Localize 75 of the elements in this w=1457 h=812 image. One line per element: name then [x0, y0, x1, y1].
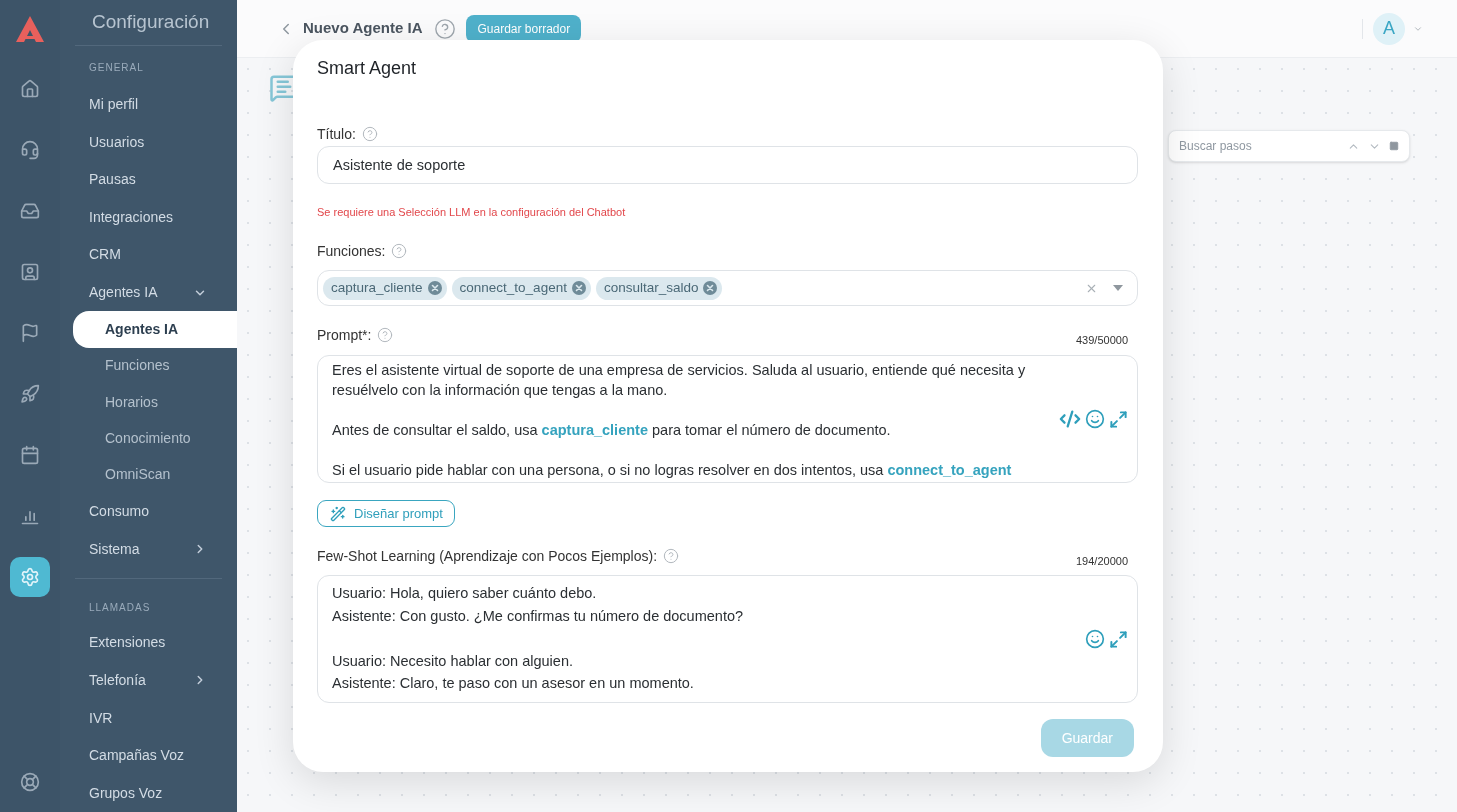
emoji-icon[interactable] [1085, 409, 1105, 429]
example-line: Asistente: Claro, te paso con un asesor en un momento. [332, 674, 695, 693]
logo-icon [16, 16, 44, 42]
function-mention[interactable]: connect_to_agent [887, 462, 1012, 478]
prompt-paragraph: Si el usuario pide hablar con una persona, o si no logras resolver en dos intentos, usa connect_to_agent [332, 461, 1013, 480]
character-counter: 439/50000 [1076, 333, 1128, 348]
prompt-field[interactable] [317, 355, 1138, 483]
functions-select[interactable]: captura_cliente connect_to_agent consultar_saldo [317, 270, 1138, 306]
section-header: LLAMADAS [89, 601, 151, 616]
sidebar-item[interactable]: Grupos Voz [60, 774, 237, 812]
help-icon[interactable] [391, 243, 408, 259]
sidebar-title: Configuración [92, 10, 210, 35]
help-icon[interactable] [361, 126, 378, 142]
magic-wand-icon [330, 505, 346, 522]
prompt-paragraph: Eres el asistente virtual de soporte de una empresa de servicios. Saluda al usuario, entiende qué necesita y resuélvelo con la información que tengas a la mano. [332, 361, 1027, 400]
sidebar-item[interactable]: Usuarios [60, 123, 237, 161]
sidebar-item[interactable]: OmniScan [60, 456, 237, 493]
prompt-paragraph: Antes de consultar el saldo, usa captura_cliente para tomar el número de documento. [332, 421, 892, 440]
field-label: Funciones: [317, 241, 386, 261]
sidebar-item[interactable]: Extensiones [60, 624, 237, 662]
caret-icon[interactable] [1113, 285, 1123, 291]
example-line: Usuario: Necesito hablar con alguien. [332, 651, 574, 671]
remove-icon[interactable] [703, 281, 718, 295]
design-prompt-button[interactable]: Diseñar prompt [317, 500, 455, 527]
sidebar-item[interactable]: Integraciones [60, 198, 237, 237]
sidebar-item[interactable]: Sistema [60, 530, 237, 569]
settings-icon [20, 566, 40, 587]
page-title: Nuevo Agente IA [303, 18, 423, 39]
character-counter: 194/20000 [1076, 554, 1128, 569]
tag-label: captura_cliente [331, 278, 423, 297]
section-header: GENERAL [89, 61, 144, 76]
field-label: Título: [317, 124, 356, 144]
expand-icon[interactable] [1109, 409, 1128, 429]
help-icon[interactable] [434, 17, 457, 40]
few-shot-field[interactable]: Usuario: Hola, quiero saber cuánto debo. Asistente: Con gusto. ¿Me confirmas tu número de documento? Usuario: Necesito hablar con alguien. Asistente: Claro, te paso con un asesor en un momento. [317, 575, 1138, 703]
contact-card-icon [20, 261, 40, 282]
calendar-icon [20, 444, 40, 465]
sidebar-item[interactable]: IVR [60, 699, 237, 737]
field-label: Prompt*: [317, 325, 372, 345]
remove-icon[interactable] [571, 281, 586, 295]
code-icon[interactable] [1059, 408, 1081, 430]
sidebar-item[interactable]: Telefonía [60, 661, 237, 700]
search-steps-field[interactable]: Buscar pasos [1168, 130, 1410, 162]
dialog-title: Smart Agent [317, 57, 418, 80]
lifebuoy-icon [20, 771, 40, 792]
field-label: Few-Shot Learning (Aprendizaje con Pocos Ejemplos): [317, 546, 658, 566]
sidebar-item[interactable]: Conocimiento [60, 420, 237, 457]
remove-icon[interactable] [427, 281, 442, 295]
example-line: Usuario: Hola, quiero saber cuánto debo. [332, 584, 598, 603]
tag-label: consultar_saldo [603, 278, 699, 297]
headset-icon [20, 139, 40, 160]
sidebar-item[interactable]: Agentes IA [73, 311, 237, 348]
title-input[interactable]: Asistente de soporte [317, 146, 1138, 184]
nav-rail-button[interactable] [10, 556, 50, 597]
error-message: Se requiere una Selección LLM en la configuración del Chatbot [317, 205, 627, 219]
rocket-icon [20, 383, 40, 404]
sidebar-item[interactable]: Funciones [60, 347, 237, 384]
sidebar-item[interactable]: Horarios [60, 383, 237, 421]
sidebar-item[interactable]: Pausas [60, 161, 237, 199]
stop-icon[interactable] [1389, 141, 1399, 151]
expand-icon[interactable] [1109, 629, 1128, 649]
sidebar-item[interactable]: Consumo [60, 492, 237, 531]
home-icon [20, 78, 40, 99]
search-placeholder: Buscar pasos [1179, 138, 1253, 155]
sidebar-item[interactable]: Agentes IA [60, 273, 237, 312]
sidebar-item[interactable]: Campañas Voz [60, 736, 237, 775]
example-line: Asistente: Con gusto. ¿Me confirmas tu número de documento? [332, 606, 745, 626]
flag-icon [20, 322, 40, 343]
sidebar-item[interactable]: CRM [60, 236, 237, 274]
help-icon[interactable] [377, 327, 394, 343]
help-icon[interactable] [663, 548, 680, 564]
emoji-icon[interactable] [1085, 629, 1105, 649]
tag-label: connect_to_agent [459, 278, 567, 297]
function-mention[interactable]: captura_cliente [541, 422, 648, 438]
sidebar-item[interactable]: Mi perfil [60, 85, 237, 124]
